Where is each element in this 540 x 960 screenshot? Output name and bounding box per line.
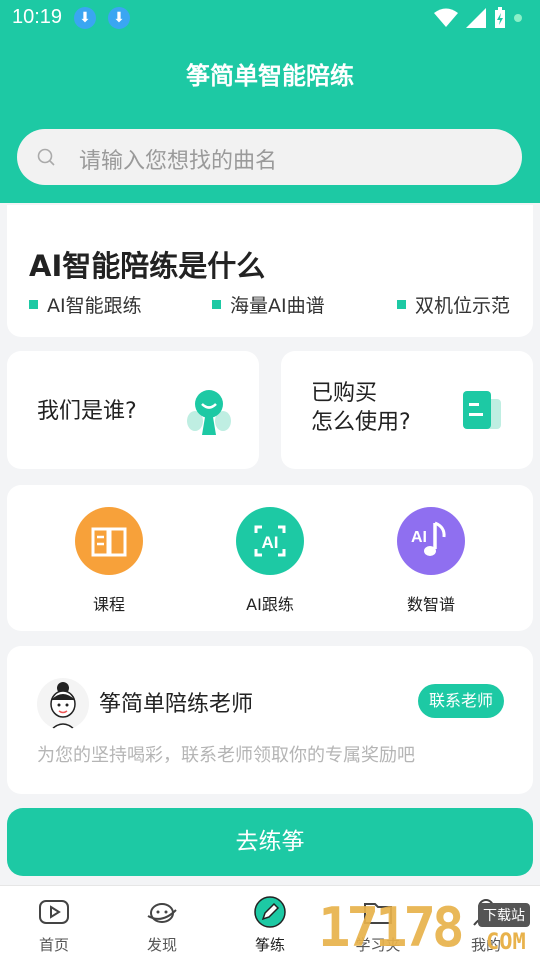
book-icon	[75, 507, 143, 575]
svg-text:AI: AI	[262, 533, 279, 552]
intro-bullet: 海量AI曲谱	[212, 291, 325, 318]
download-icon: ⬇	[108, 7, 130, 29]
mascot-icon	[187, 390, 231, 435]
header: 10:19 ⬇ ⬇ 筝简单智能陪练 请输入您想找的曲名	[0, 0, 540, 203]
tab-study-folder[interactable]: 学习夹	[343, 896, 413, 955]
intro-bullet: 双机位示范	[397, 291, 510, 318]
tab-practice[interactable]: 筝练	[235, 896, 305, 955]
bottom-tab-bar: 首页 发现 筝练 学习夹 我的	[0, 885, 540, 960]
features-card: 课程 AI AI跟练 AI 数智谱	[7, 485, 533, 631]
who-are-we-label: 我们是谁?	[37, 399, 137, 424]
tab-label: 首页	[38, 936, 69, 954]
intro-bullet: AI智能跟练	[29, 291, 142, 318]
status-bar: 10:19 ⬇ ⬇	[0, 0, 540, 36]
tab-label: 发现	[146, 936, 177, 954]
video-play-icon	[38, 896, 70, 928]
pencil-icon	[254, 896, 286, 928]
search-icon	[37, 148, 55, 166]
intro-title: AI智能陪练是什么	[29, 249, 266, 283]
tab-profile[interactable]: 我的	[451, 896, 521, 955]
go-practice-button[interactable]: 去练筝	[7, 808, 533, 876]
feature-ai-practice[interactable]: AI AI跟练	[225, 507, 315, 615]
teacher-card: 筝简单陪练老师 联系老师 为您的坚持喝彩，联系老师领取你的专属奖励吧	[7, 646, 533, 794]
status-icons	[434, 6, 522, 30]
who-are-we-card[interactable]: 我们是谁?	[7, 351, 259, 469]
ai-music-note-icon: AI	[397, 507, 465, 575]
feature-label: AI跟练	[246, 595, 294, 614]
document-icon	[463, 391, 501, 429]
search-placeholder: 请输入您想找的曲名	[79, 149, 278, 174]
feature-label: 课程	[92, 595, 125, 614]
feature-smart-score[interactable]: AI 数智谱	[386, 507, 476, 615]
wifi-icon	[434, 8, 458, 27]
avatar	[37, 678, 89, 730]
contact-teacher-button[interactable]: 联系老师	[418, 684, 504, 718]
signal-icon	[466, 8, 486, 28]
notification-dot	[514, 14, 522, 22]
download-icon: ⬇	[74, 7, 96, 29]
battery-icon	[495, 7, 505, 28]
tab-label: 我的	[470, 936, 501, 954]
folder-icon	[362, 896, 394, 928]
tab-label: 筝练	[254, 936, 285, 954]
status-time: 10:19	[12, 6, 63, 28]
teacher-name: 筝简单陪练老师	[99, 692, 254, 717]
how-to-use-card[interactable]: 已购买 怎么使用?	[281, 351, 533, 469]
tab-label: 学习夹	[355, 936, 401, 954]
planet-icon	[146, 896, 178, 928]
ai-intro-card[interactable]: AI智能陪练是什么 AI智能跟练 海量AI曲谱 双机位示范	[7, 205, 533, 337]
search-input[interactable]: 请输入您想找的曲名	[17, 129, 522, 185]
how-to-use-label: 已购买 怎么使用?	[311, 381, 411, 435]
user-icon	[470, 896, 502, 928]
feature-courses[interactable]: 课程	[64, 507, 154, 615]
svg-text:AI: AI	[411, 529, 427, 546]
feature-label: 数智谱	[406, 595, 455, 614]
ai-scan-icon: AI	[236, 507, 304, 575]
page-title: 筝简单智能陪练	[186, 62, 354, 90]
teacher-description: 为您的坚持喝彩，联系老师领取你的专属奖励吧	[37, 745, 415, 766]
tab-home[interactable]: 首页	[19, 896, 89, 955]
tab-discover[interactable]: 发现	[127, 896, 197, 955]
